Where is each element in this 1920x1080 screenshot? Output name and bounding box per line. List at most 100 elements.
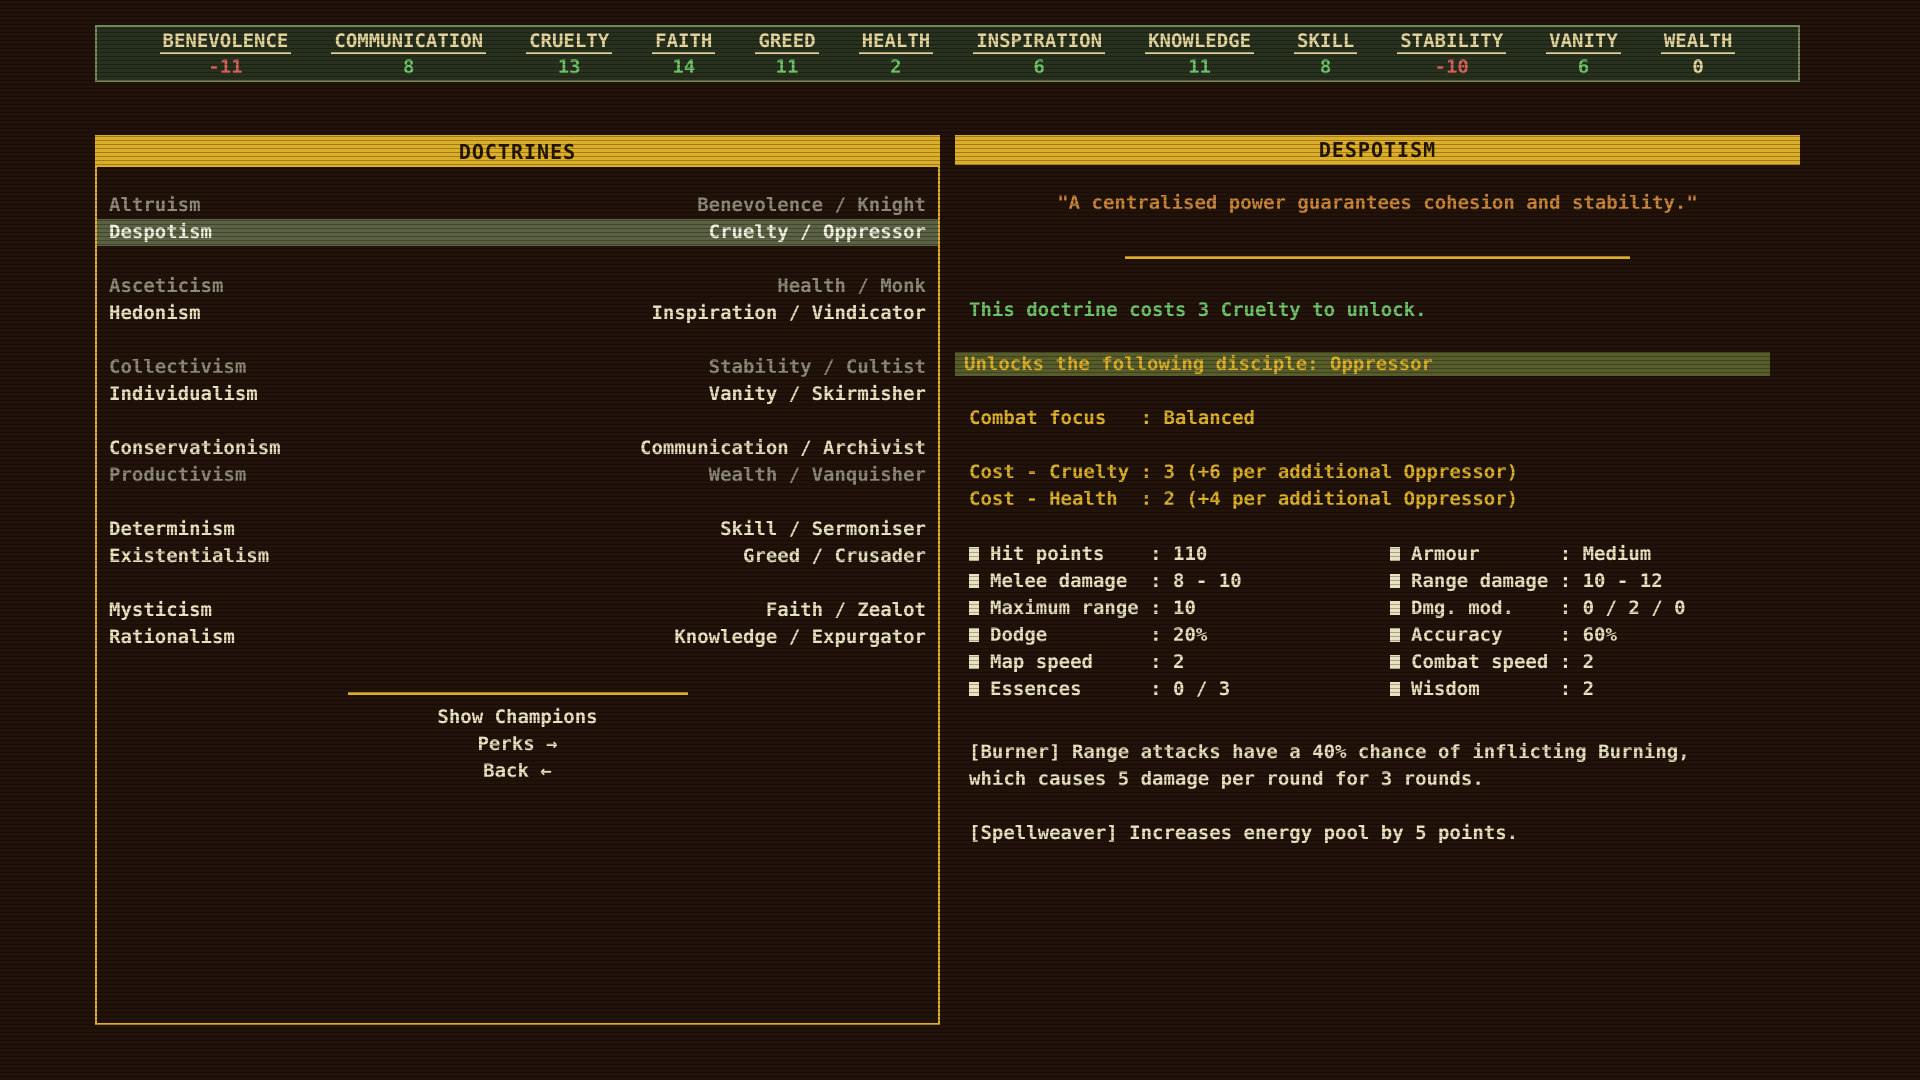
doctrine-row-mysticism[interactable]: MysticismFaith / Zealot	[97, 597, 938, 624]
bullet-square-icon	[969, 655, 979, 669]
stat-label: KNOWLEDGE	[1145, 31, 1254, 54]
doctrine-name: Conservationism	[109, 435, 281, 462]
doctrine-row-altruism[interactable]: AltruismBenevolence / Knight	[97, 192, 938, 219]
doctrine-row-existentialism[interactable]: Existentialism Greed / Crusader	[97, 543, 938, 570]
stat-value: 14	[652, 57, 715, 77]
disciple-stats-grid: Hit points : 110 Armour : Medium Melee dam…	[955, 540, 1800, 702]
stat-wealth: WEALTH 0	[1661, 31, 1736, 77]
doctrine-assoc: Cruelty / Oppressor	[709, 219, 926, 246]
disciple-stat-row: Essences : 0 / 3	[969, 675, 1390, 702]
doctrine-assoc: Greed / Crusader	[743, 543, 926, 570]
bullet-square-icon	[1390, 628, 1400, 642]
doctrine-row-collectivism[interactable]: CollectivismStability / Cultist	[97, 354, 938, 381]
doctrine-row-asceticism[interactable]: AsceticismHealth / Monk	[97, 273, 938, 300]
doctrine-row-rationalism[interactable]: Rationalism Knowledge / Expurgator	[97, 624, 938, 651]
stat-cruelty: CRUELTY13	[526, 31, 612, 77]
doctrine-row-conservationism[interactable]: ConservationismCommunication / Archivist	[97, 435, 938, 462]
disciple-stat-text: Armour : Medium	[1411, 543, 1651, 565]
disciple-stat-text: Wisdom : 2	[1411, 678, 1594, 700]
stat-value: 11	[755, 57, 818, 77]
doctrine-name: Hedonism	[109, 300, 201, 327]
doctrine-name: Existentialism	[109, 543, 269, 570]
doctrine-assoc: Health / Monk	[777, 273, 926, 300]
stat-stability: STABILITY-10	[1397, 31, 1506, 77]
disciple-stat-text: Combat speed : 2	[1411, 651, 1594, 673]
stat-bar: BENEVOLENCE -11 COMMUNICATION 8 CRUELTY13 FAI…	[95, 25, 1800, 82]
doctrine-row-hedonism[interactable]: Hedonism Inspiration / Vindicator	[97, 300, 938, 327]
stat-value: 11	[1145, 57, 1254, 77]
doctrines-panel: DOCTRINES AltruismBenevolence / KnightDe…	[95, 135, 940, 1025]
stat-value: 8	[331, 57, 486, 77]
stat-label: SKILL	[1294, 31, 1357, 54]
bullet-square-icon	[1390, 547, 1400, 561]
doctrine-row-productivism[interactable]: ProductivismWealth / Vanquisher	[97, 462, 938, 489]
doctrine-spacer	[97, 246, 938, 273]
cost-line: Cost - Cruelty : 3 (+6 per additional Op…	[955, 459, 1800, 486]
doctrine-detail-panel: DESPOTISM "A centralised power guarantee…	[955, 135, 1800, 847]
doctrine-spacer	[97, 327, 938, 354]
disciple-stat-row: Accuracy : 60%	[1390, 621, 1800, 648]
unlock-cost-text: This doctrine costs 3 Cruelty to unlock.	[955, 297, 1800, 324]
stat-label: GREED	[755, 31, 818, 54]
disciple-stat-row: Maximum range : 10	[969, 594, 1390, 621]
disciple-stat-text: Map speed : 2	[990, 651, 1184, 673]
stat-label: HEALTH	[859, 31, 934, 54]
disciple-stat-row: Map speed : 2	[969, 648, 1390, 675]
disciple-stat-row: Armour : Medium	[1390, 540, 1800, 567]
stat-label: FAITH	[652, 31, 715, 54]
doctrine-assoc: Inspiration / Vindicator	[651, 300, 926, 327]
disciple-stat-row: Range damage : 10 - 12	[1390, 567, 1800, 594]
disciple-stat-text: Hit points : 110	[990, 543, 1207, 565]
stat-greed: GREED 11	[755, 31, 818, 77]
doctrine-row-despotism[interactable]: Despotism Cruelty / Oppressor	[97, 219, 938, 246]
doctrine-assoc: Faith / Zealot	[766, 597, 926, 624]
doctrine-name: Individualism	[109, 381, 258, 408]
doctrine-name: Collectivism	[109, 354, 246, 381]
bullet-square-icon	[1390, 601, 1400, 615]
back-button[interactable]: Back ←	[97, 758, 938, 785]
disciple-stat-row: Wisdom : 2	[1390, 675, 1800, 702]
disciple-stat-text: Dmg. mod. : 0 / 2 / 0	[1411, 597, 1686, 619]
doctrine-name: Despotism	[109, 219, 212, 246]
bullet-square-icon	[969, 628, 979, 642]
doctrine-footer-divider	[348, 692, 688, 695]
stat-label: WEALTH	[1661, 31, 1736, 54]
doctrine-name: Determinism	[109, 516, 235, 543]
stat-value: 0	[1661, 57, 1736, 77]
bullet-square-icon	[1390, 655, 1400, 669]
bullet-square-icon	[969, 601, 979, 615]
disciple-stat-text: Dodge : 20%	[990, 624, 1207, 646]
stat-health: HEALTH2	[859, 31, 934, 77]
cost-line: Cost - Health : 2 (+4 per additional Opp…	[955, 486, 1800, 513]
perks-button[interactable]: Perks →	[97, 731, 938, 758]
stat-value: 6	[1546, 57, 1621, 77]
doctrine-detail-header: DESPOTISM	[955, 135, 1800, 165]
disciple-stat-row: Melee damage : 8 - 10	[969, 567, 1390, 594]
quote-divider	[1125, 256, 1630, 259]
bullet-square-icon	[969, 547, 979, 561]
disciple-stat-row: Dodge : 20%	[969, 621, 1390, 648]
doctrine-name: Rationalism	[109, 624, 235, 651]
bullet-square-icon	[969, 682, 979, 696]
disciple-stat-row: Hit points : 110	[969, 540, 1390, 567]
disciple-stat-row: Dmg. mod. : 0 / 2 / 0	[1390, 594, 1800, 621]
disciple-stat-row: Combat speed : 2	[1390, 648, 1800, 675]
disciple-stat-text: Essences : 0 / 3	[990, 678, 1230, 700]
show-champions-button[interactable]: Show Champions	[97, 704, 938, 731]
doctrines-title: DOCTRINES	[459, 140, 576, 164]
doctrine-row-determinism[interactable]: DeterminismSkill / Sermoniser	[97, 516, 938, 543]
doctrine-assoc: Knowledge / Expurgator	[674, 624, 926, 651]
stat-value: -10	[1397, 57, 1506, 77]
combat-focus-line: Combat focus : Balanced	[955, 405, 1800, 432]
stat-label: COMMUNICATION	[331, 31, 486, 54]
bullet-square-icon	[1390, 574, 1400, 588]
doctrine-row-individualism[interactable]: IndividualismVanity / Skirmisher	[97, 381, 938, 408]
disciple-stat-text: Melee damage : 8 - 10	[990, 570, 1242, 592]
stat-value: -11	[160, 57, 292, 77]
doctrine-list: AltruismBenevolence / KnightDespotism Cru…	[97, 192, 938, 651]
stat-label: BENEVOLENCE	[160, 31, 292, 54]
doctrine-name: Altruism	[109, 192, 201, 219]
bullet-square-icon	[969, 574, 979, 588]
disciple-stat-text: Accuracy : 60%	[1411, 624, 1617, 646]
perk-description: [Burner] Range attacks have a 40% chance…	[955, 739, 1745, 793]
